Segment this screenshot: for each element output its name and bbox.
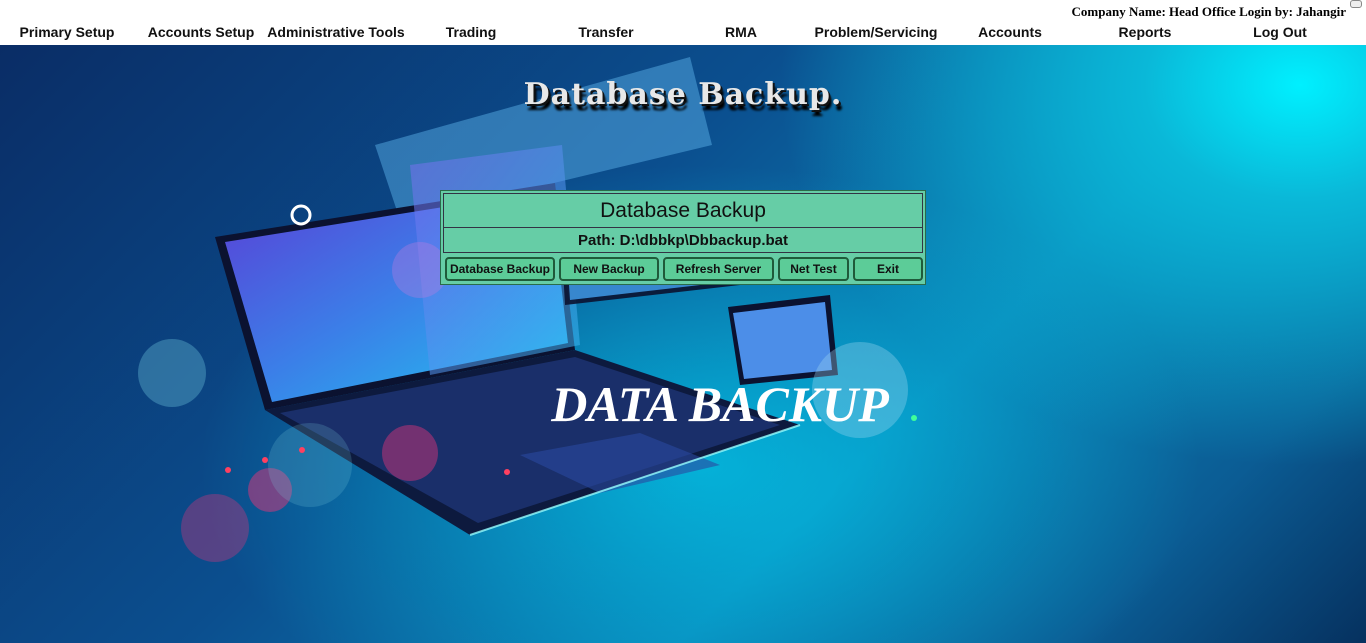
- refresh-server-button[interactable]: Refresh Server: [663, 257, 774, 281]
- menu-rma[interactable]: RMA: [725, 24, 757, 40]
- backup-path-label: Path: D:\dbbkp\Dbbackup.bat: [443, 227, 923, 253]
- database-backup-dialog: Database Backup Path: D:\dbbkp\Dbbackup.…: [440, 190, 926, 285]
- new-backup-button[interactable]: New Backup: [559, 257, 659, 281]
- menu-problem-servicing[interactable]: Problem/Servicing: [815, 24, 938, 40]
- background-stage: Database Backup. DATA BACKUP: [0, 45, 1366, 643]
- database-backup-button[interactable]: Database Backup: [445, 257, 555, 281]
- background-caption: DATA BACKUP: [551, 376, 889, 432]
- menu-transfer[interactable]: Transfer: [578, 24, 633, 40]
- menu-primary-setup[interactable]: Primary Setup: [20, 24, 115, 40]
- dialog-title: Database Backup: [443, 193, 923, 228]
- menu-reports[interactable]: Reports: [1119, 24, 1172, 40]
- exit-button[interactable]: Exit: [853, 257, 923, 281]
- menu-accounts[interactable]: Accounts: [978, 24, 1042, 40]
- corner-toggle-button[interactable]: [1350, 0, 1362, 8]
- menu-trading[interactable]: Trading: [446, 24, 497, 40]
- menu-accounts-setup[interactable]: Accounts Setup: [148, 24, 255, 40]
- company-login-info: Company Name: Head Office Login by: Jaha…: [1071, 4, 1346, 19]
- menu-log-out[interactable]: Log Out: [1253, 24, 1307, 40]
- top-menu-bar: Company Name: Head Office Login by: Jaha…: [0, 0, 1366, 45]
- laptop-illustration: [138, 57, 917, 562]
- net-test-button[interactable]: Net Test: [778, 257, 849, 281]
- page-heading: Database Backup.: [523, 77, 843, 112]
- menu-administrative-tools[interactable]: Administrative Tools: [267, 24, 404, 40]
